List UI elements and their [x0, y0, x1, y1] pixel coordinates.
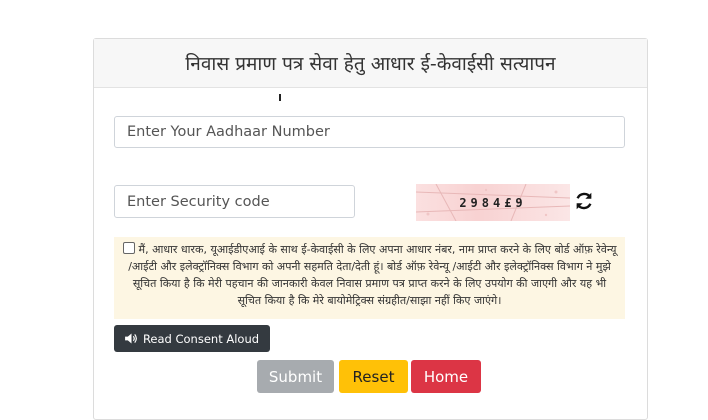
captcha-text: 2984£9 — [459, 195, 527, 210]
aadhaar-ekyc-card: निवास प्रमाण पत्र सेवा हेतु आधार ई-केवाई… — [93, 38, 648, 420]
submit-button[interactable]: Submit — [257, 360, 334, 393]
consent-text: मैं, आधार धारक, यूआईडीएआई के साथ ई-केवाई… — [128, 243, 617, 307]
aadhaar-number-input[interactable]: Enter Your Aadhaar Number — [114, 116, 625, 148]
aadhaar-placeholder: Enter Your Aadhaar Number — [127, 124, 330, 140]
text-cursor — [279, 94, 281, 101]
page-title: निवास प्रमाण पत्र सेवा हेतु आधार ई-केवाई… — [94, 39, 647, 88]
speaker-icon — [125, 333, 138, 344]
read-consent-label: Read Consent Aloud — [142, 331, 260, 346]
home-button[interactable]: Home — [411, 360, 481, 393]
captcha-image: 2984£9 — [416, 184, 570, 221]
reset-button[interactable]: Reset — [339, 360, 408, 393]
security-code-input[interactable]: Enter Security code — [114, 185, 355, 218]
consent-box: मैं, आधार धारक, यूआईडीएआई के साथ ई-केवाई… — [114, 237, 625, 319]
security-code-placeholder: Enter Security code — [127, 193, 270, 210]
refresh-icon[interactable] — [573, 190, 595, 212]
consent-checkbox[interactable] — [122, 242, 135, 254]
read-consent-aloud-button[interactable]: Read Consent Aloud — [114, 325, 270, 352]
